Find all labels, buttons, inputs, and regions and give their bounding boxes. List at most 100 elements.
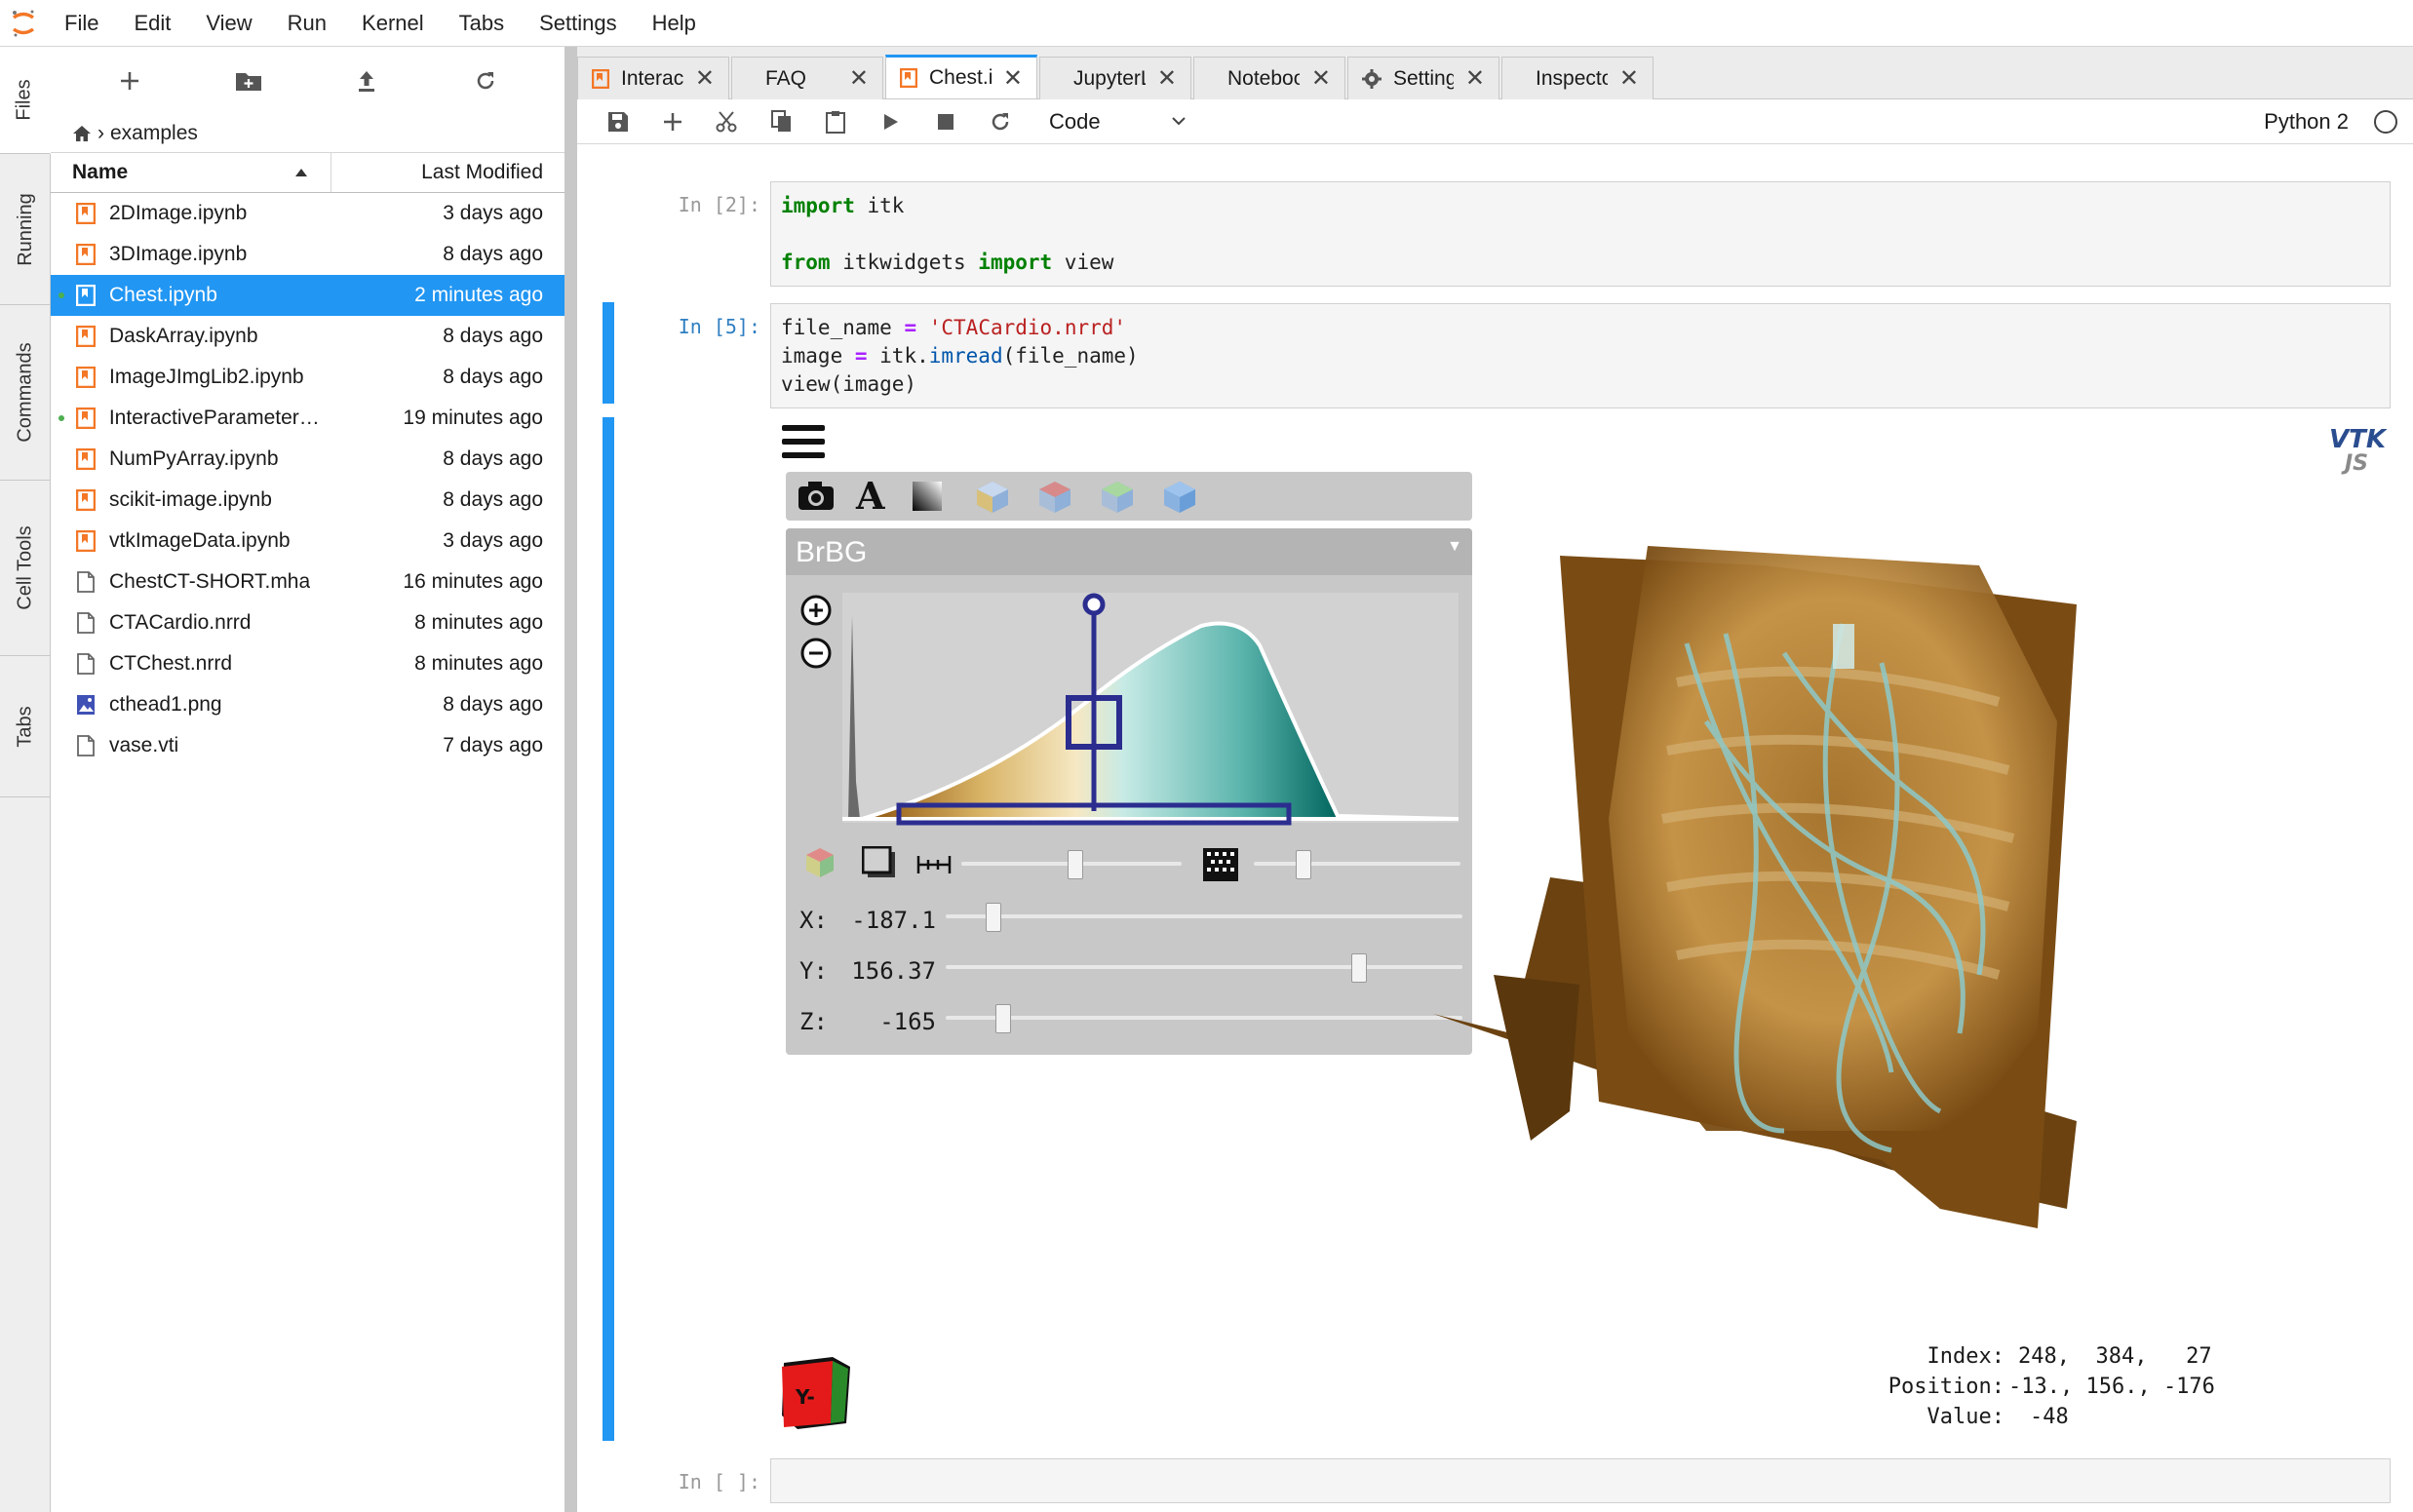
slider-thumb[interactable] — [986, 903, 1002, 932]
x-slice-slider[interactable] — [946, 903, 1462, 932]
insert-cell-button[interactable] — [645, 102, 700, 141]
close-icon[interactable]: ✕ — [1157, 64, 1177, 93]
slider-thumb[interactable] — [1068, 850, 1084, 879]
close-icon[interactable]: ✕ — [695, 64, 715, 93]
breadcrumb-folder[interactable]: examples — [110, 122, 198, 145]
document-tab[interactable]: FAQ ✕ — [731, 57, 883, 99]
menu-kernel[interactable]: Kernel — [344, 0, 442, 47]
close-icon[interactable]: ✕ — [1465, 64, 1485, 93]
position-value: -13., 156., -176 — [2008, 1375, 2215, 1399]
paste-button[interactable] — [809, 102, 864, 141]
view-x-cube-icon[interactable] — [975, 480, 1010, 515]
restart-kernel-button[interactable] — [973, 102, 1028, 141]
zoom-in-icon[interactable] — [800, 595, 832, 626]
color-cube-icon[interactable] — [803, 846, 837, 879]
vtkjs-logo: VTK JS — [2329, 425, 2387, 476]
close-icon[interactable]: ✕ — [1619, 64, 1639, 93]
volume-rendering-canvas[interactable] — [1433, 526, 2291, 1228]
run-cell-button[interactable] — [864, 102, 918, 141]
pick-info: Index: 248, 384, 27 Position: -13., 156., … — [1843, 1341, 2389, 1432]
code-cell-editor[interactable]: import itk from itkwidgets import view — [770, 181, 2391, 287]
menu-tabs[interactable]: Tabs — [442, 0, 522, 47]
view-y-cube-icon[interactable] — [1037, 480, 1072, 515]
column-header-modified[interactable]: Last Modified — [331, 153, 564, 192]
document-tab[interactable]: InteractivePara✕ — [577, 57, 729, 99]
cell-prompt: In [2]: — [678, 193, 760, 216]
opacity-transfer-function-editor[interactable] — [792, 587, 1464, 831]
code-cell-editor[interactable]: file_name = 'CTACardio.nrrd' image = itk… — [770, 303, 2391, 408]
y-slice-value: 156.37 — [851, 957, 936, 985]
z-slice-slider[interactable] — [946, 1004, 1462, 1033]
file-list-item[interactable]: CTACardio.nrrd 8 minutes ago — [51, 602, 564, 643]
file-list-item[interactable]: vase.vti 7 days ago — [51, 725, 564, 766]
file-icon — [77, 653, 95, 675]
file-list-item[interactable]: DaskArray.ipynb 8 days ago — [51, 316, 564, 357]
new-launcher-button[interactable] — [110, 61, 149, 100]
activity-tab-files[interactable]: Files — [0, 47, 51, 154]
menu-settings[interactable]: Settings — [522, 0, 635, 47]
zoom-out-icon[interactable] — [800, 638, 832, 669]
gear-icon — [1362, 68, 1382, 89]
annotations-icon[interactable]: A — [854, 478, 887, 513]
code-cell-editor[interactable] — [770, 1458, 2391, 1503]
file-list-header: Name Last Modified — [51, 152, 564, 193]
camera-icon[interactable] — [798, 480, 835, 511]
save-button[interactable] — [591, 102, 645, 141]
copy-button[interactable] — [755, 102, 809, 141]
upload-button[interactable] — [347, 61, 386, 100]
interrupt-kernel-button[interactable] — [918, 102, 973, 141]
document-tab[interactable]: JupyterLab Ref✕ — [1039, 57, 1191, 99]
file-list-item[interactable]: 3DImage.ipynb 8 days ago — [51, 234, 564, 275]
file-list-item[interactable]: NumPyArray.ipynb 8 days ago — [51, 439, 564, 480]
view-z-cube-icon[interactable] — [1100, 480, 1135, 515]
output-collapser[interactable] — [603, 417, 614, 1441]
activity-tab-tabs[interactable]: Tabs — [0, 656, 51, 797]
document-tab-bar: InteractivePara✕FAQ✕Chest.ipynb✕JupyterL… — [577, 47, 2413, 99]
activity-tab-running[interactable]: Running — [0, 154, 51, 305]
colormap-select[interactable]: BrBG ▼ — [786, 528, 1472, 575]
column-header-name[interactable]: Name — [51, 153, 331, 192]
refresh-button[interactable] — [466, 61, 505, 100]
activity-tab-commands[interactable]: Commands — [0, 305, 51, 481]
close-icon[interactable]: ✕ — [1311, 64, 1331, 93]
cell-collapser[interactable] — [603, 302, 614, 404]
close-icon[interactable]: ✕ — [1003, 64, 1023, 93]
file-list-item[interactable]: InteractiveParameterE… 19 minutes ago — [51, 398, 564, 439]
close-icon[interactable]: ✕ — [849, 64, 869, 93]
menu-view[interactable]: View — [188, 0, 269, 47]
file-list-item[interactable]: 2DImage.ipynb 3 days ago — [51, 193, 564, 234]
menu-toggle-icon[interactable] — [782, 423, 825, 460]
sample-distance-slider[interactable] — [1254, 850, 1460, 879]
file-icon — [77, 571, 95, 593]
file-list-item[interactable]: vtkImageData.ipynb 3 days ago — [51, 521, 564, 562]
new-folder-button[interactable] — [229, 61, 268, 100]
document-tab[interactable]: Chest.ipynb✕ — [885, 55, 1037, 98]
file-list-item[interactable]: scikit-image.ipynb 8 days ago — [51, 480, 564, 521]
cut-button[interactable] — [700, 102, 755, 141]
document-tab[interactable]: Settings✕ — [1347, 57, 1499, 99]
file-list-item[interactable]: CTChest.nrrd 8 minutes ago — [51, 643, 564, 684]
document-tab[interactable]: Notebook Refe✕ — [1193, 57, 1345, 99]
slider-thumb[interactable] — [995, 1004, 1012, 1033]
home-icon[interactable] — [72, 125, 92, 142]
slider-thumb[interactable] — [1296, 850, 1312, 879]
menu-help[interactable]: Help — [635, 0, 714, 47]
document-tab[interactable]: Inspector✕ — [1501, 57, 1654, 99]
cell-type-select[interactable]: Code — [1049, 109, 1186, 135]
file-list-item[interactable]: ChestCT-SHORT.mha 16 minutes ago — [51, 562, 564, 602]
file-list-item[interactable]: Chest.ipynb 2 minutes ago — [51, 275, 564, 316]
left-activity-bar: Files Running Commands Cell Tools Tabs — [0, 47, 51, 1512]
gradient-opacity-slider[interactable] — [961, 850, 1182, 879]
slider-thumb[interactable] — [1351, 953, 1368, 983]
file-list-item[interactable]: cthead1.png 8 days ago — [51, 684, 564, 725]
kernel-name[interactable]: Python 2 — [2264, 109, 2349, 135]
shadow-toggle-icon[interactable] — [862, 846, 897, 879]
menu-run[interactable]: Run — [270, 0, 344, 47]
gradient-background-icon[interactable] — [913, 482, 942, 511]
y-slice-slider[interactable] — [946, 953, 1462, 983]
activity-tab-cell-tools[interactable]: Cell Tools — [0, 481, 51, 656]
volume-rendering-cube-icon[interactable] — [1162, 480, 1197, 515]
menu-file[interactable]: File — [47, 0, 116, 47]
file-list-item[interactable]: ImageJImgLib2.ipynb 8 days ago — [51, 357, 564, 398]
menu-edit[interactable]: Edit — [116, 0, 188, 47]
